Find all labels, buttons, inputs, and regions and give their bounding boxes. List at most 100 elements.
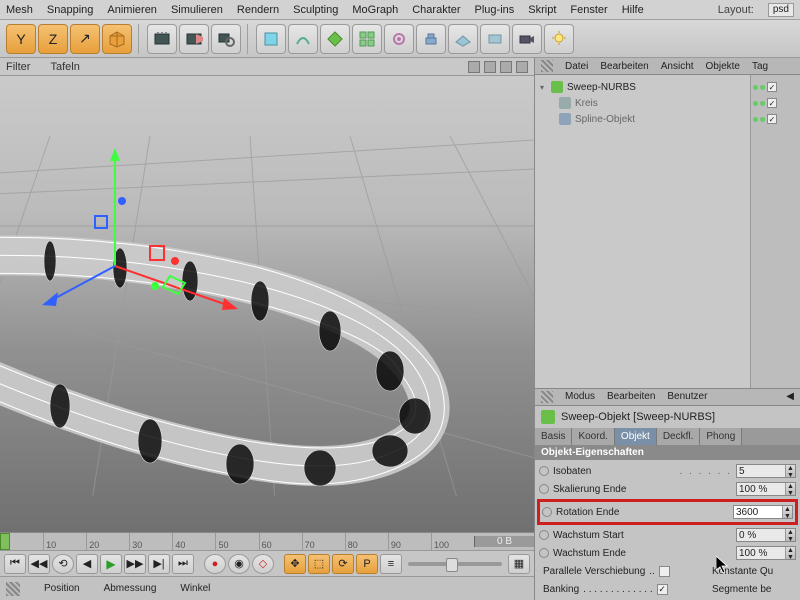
wachstum-ende-field[interactable]: 100 %▲▼ [736, 546, 796, 560]
timeline-tick: 20 [86, 533, 129, 550]
nav-cube-button[interactable] [102, 24, 132, 54]
hierarchy-item-circle[interactable]: Kreis [537, 95, 748, 111]
menu-animate[interactable]: Animieren [107, 4, 157, 16]
environment-button[interactable] [416, 24, 446, 54]
viewport-panels-menu[interactable]: Tafeln [50, 61, 79, 73]
om-menu-file[interactable]: Datei [565, 61, 588, 72]
viewport-nav-icon[interactable] [500, 61, 512, 73]
deformer-button[interactable] [384, 24, 414, 54]
spline-object-icon [559, 113, 571, 125]
render-settings-button[interactable] [211, 24, 241, 54]
menu-character[interactable]: Charakter [412, 4, 460, 16]
menu-render[interactable]: Rendern [237, 4, 279, 16]
scale-tool-button[interactable]: ⬚ [308, 554, 330, 574]
light-button[interactable] [544, 24, 574, 54]
visibility-toggle[interactable]: ✓ [767, 98, 777, 108]
wachstum-start-field[interactable]: 0 %▲▼ [736, 528, 796, 542]
keyframe-ring-icon[interactable] [539, 466, 549, 476]
visibility-toggle[interactable]: ✓ [767, 114, 777, 124]
nurbs-button[interactable] [320, 24, 350, 54]
om-menu-view[interactable]: Ansicht [661, 61, 694, 72]
menu-window[interactable]: Fenster [570, 4, 607, 16]
misc-button[interactable]: ▦ [508, 554, 530, 574]
menu-mograph[interactable]: MoGraph [352, 4, 398, 16]
autokey-button[interactable]: ◉ [228, 554, 250, 574]
nav-arrow-button[interactable]: ↗ [70, 24, 100, 54]
parallel-checkbox[interactable] [659, 566, 670, 577]
goto-start-button[interactable]: ⏮ [4, 554, 26, 574]
prev-keyframe-button[interactable]: ◀◀ [28, 554, 50, 574]
am-nav-back-icon[interactable]: ◀ [786, 391, 794, 402]
keyframe-ring-icon[interactable] [539, 484, 549, 494]
record-button[interactable]: ● [204, 554, 226, 574]
camera-button[interactable] [512, 24, 542, 54]
goto-end-button[interactable]: ⏭ [172, 554, 194, 574]
tab-phong[interactable]: Phong [700, 428, 742, 445]
rotation-ende-field[interactable]: 3600▲▼ [733, 505, 793, 519]
attribute-title-label: Sweep-Objekt [Sweep-NURBS] [561, 411, 715, 423]
keyframe-ring-icon[interactable] [539, 548, 549, 558]
move-tool-button[interactable]: ✥ [284, 554, 306, 574]
step-forward-button[interactable]: ▶▶ [124, 554, 146, 574]
layout-dropdown[interactable]: psd [768, 3, 794, 17]
skalierung-ende-field[interactable]: 100 %▲▼ [736, 482, 796, 496]
tab-objekt[interactable]: Objekt [615, 428, 657, 445]
prop-banking: Banking . . . . . . . . . . . . . ✓ [539, 580, 704, 598]
param-tool-button[interactable]: P [356, 554, 378, 574]
menu-plugins[interactable]: Plug-ins [475, 4, 515, 16]
render-picture-button[interactable] [179, 24, 209, 54]
menu-mesh[interactable]: Mesh [6, 4, 33, 16]
hierarchy-item-sweep[interactable]: ▾ Sweep-NURBS [537, 79, 748, 95]
om-menu-edit[interactable]: Bearbeiten [600, 61, 648, 72]
viewport-nav-icon[interactable] [484, 61, 496, 73]
menu-snapping[interactable]: Snapping [47, 4, 94, 16]
timeline-playhead[interactable] [0, 533, 10, 550]
transport-slider[interactable] [408, 562, 502, 566]
viewport-nav-icon[interactable] [468, 61, 480, 73]
coordinates-bar: Position Abmessung Winkel [0, 576, 534, 600]
keyframe-ring-icon[interactable] [539, 530, 549, 540]
am-menu-edit[interactable]: Bearbeiten [607, 391, 655, 402]
am-menu-mode[interactable]: Modus [565, 391, 595, 402]
axis-z-button[interactable]: Z [38, 24, 68, 54]
tab-koord[interactable]: Koord. [572, 428, 614, 445]
axis-y-button[interactable]: Y [6, 24, 36, 54]
cube-primitive-button[interactable] [256, 24, 286, 54]
play-back-button[interactable]: ◀ [76, 554, 98, 574]
render-view-button[interactable] [147, 24, 177, 54]
tab-deckfl[interactable]: Deckfl. [657, 428, 701, 445]
floor-button[interactable] [448, 24, 478, 54]
am-menu-user[interactable]: Benutzer [667, 391, 707, 402]
isobaten-field[interactable]: 5▲▼ [736, 464, 796, 478]
spline-primitive-button[interactable] [288, 24, 318, 54]
grip-icon [6, 582, 20, 596]
menu-help[interactable]: Hilfe [622, 4, 644, 16]
hierarchy-item-spline[interactable]: Spline-Objekt [537, 111, 748, 127]
attribute-object-title: Sweep-Objekt [Sweep-NURBS] [535, 406, 800, 428]
menu-sculpting[interactable]: Sculpting [293, 4, 338, 16]
banking-checkbox[interactable]: ✓ [657, 584, 668, 595]
tab-basis[interactable]: Basis [535, 428, 572, 445]
om-menu-tags[interactable]: Tag [752, 61, 768, 72]
om-menu-objects[interactable]: Objekte [706, 61, 740, 72]
viewport-nav-icon[interactable] [516, 61, 528, 73]
prop-rotation-ende: Rotation Ende 3600▲▼ [542, 503, 793, 521]
options-button[interactable]: ≡ [380, 554, 402, 574]
keyframe-button[interactable]: ◇ [252, 554, 274, 574]
prop-label: Wachstum Start [553, 530, 732, 541]
step-back-button[interactable]: ⟲ [52, 554, 74, 574]
play-forward-button[interactable]: ▶ [100, 554, 122, 574]
menu-simulate[interactable]: Simulieren [171, 4, 223, 16]
timeline[interactable]: 0 10 20 30 40 50 60 70 80 90 100 0 B [0, 532, 534, 550]
sky-button[interactable] [480, 24, 510, 54]
keyframe-ring-icon[interactable] [542, 507, 552, 517]
visibility-toggle[interactable]: ✓ [767, 82, 777, 92]
object-manager[interactable]: ▾ Sweep-NURBS Kreis Spline-Objekt ✓ ✓ ✓ [535, 75, 800, 389]
array-button[interactable] [352, 24, 382, 54]
circle-spline-icon [559, 97, 571, 109]
viewport-filter-menu[interactable]: Filter [6, 61, 30, 73]
rotate-tool-button[interactable]: ⟳ [332, 554, 354, 574]
3d-viewport[interactable] [0, 76, 534, 532]
menu-script[interactable]: Skript [528, 4, 556, 16]
next-keyframe-button[interactable]: ▶| [148, 554, 170, 574]
